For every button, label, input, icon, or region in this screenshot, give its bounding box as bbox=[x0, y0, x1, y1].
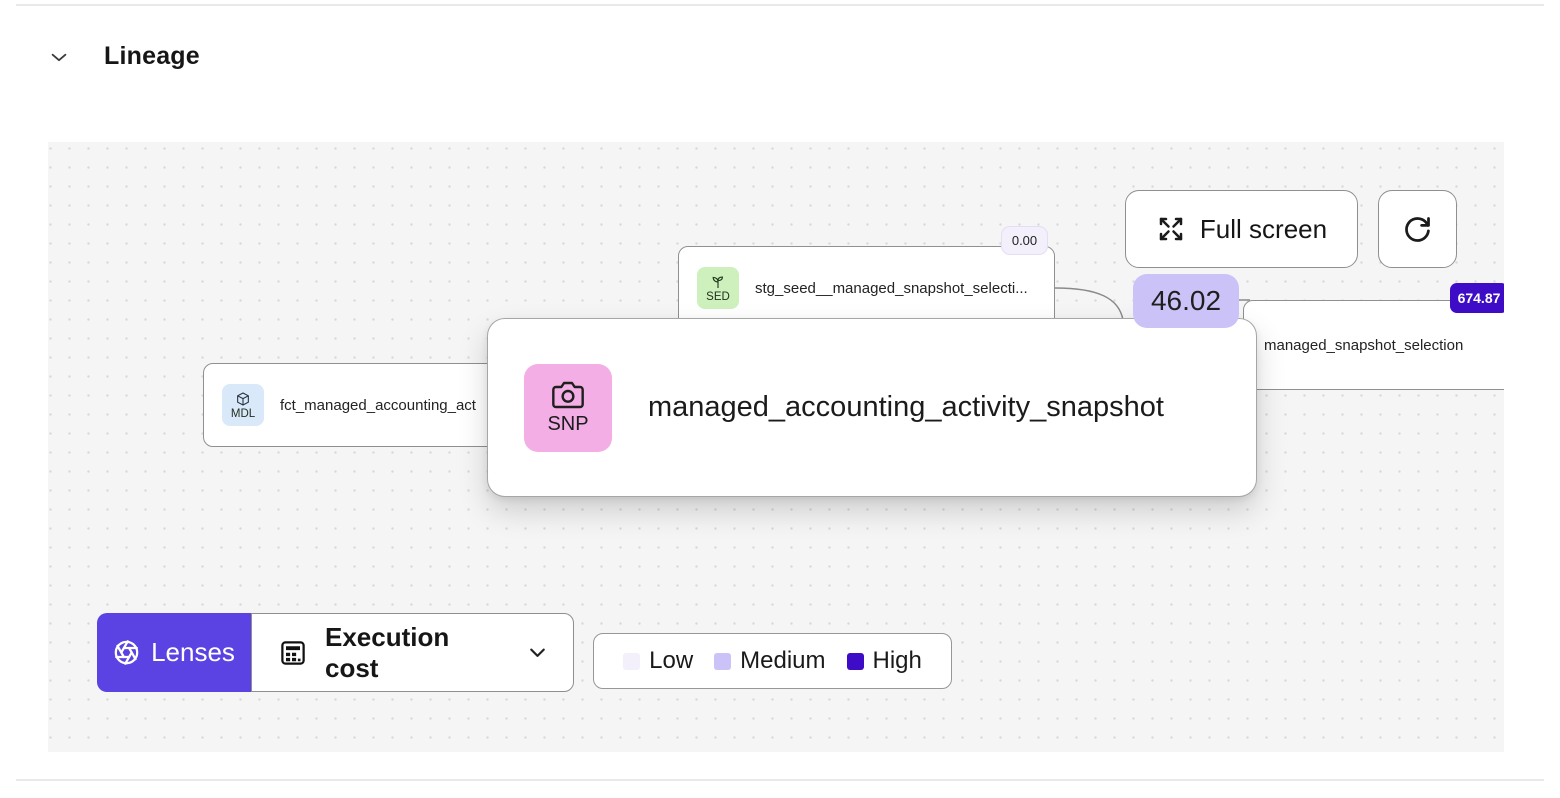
cube-icon bbox=[237, 391, 249, 406]
node-managed-snapshot-selection[interactable]: managed_snapshot_selection bbox=[1243, 300, 1504, 390]
legend-swatch-high bbox=[846, 652, 864, 670]
type-badge-label: MDL bbox=[230, 407, 256, 420]
collapse-chevron-icon[interactable] bbox=[46, 44, 72, 70]
cost-legend: Low Medium High bbox=[593, 633, 952, 689]
top-divider bbox=[16, 4, 1544, 6]
legend-label: High bbox=[872, 647, 922, 674]
model-type-badge: MDL bbox=[222, 384, 264, 426]
type-badge-label: SNP bbox=[547, 413, 589, 435]
lens-select-dropdown[interactable]: Execution cost bbox=[251, 613, 574, 692]
legend-label: Low bbox=[649, 647, 694, 674]
legend-item-high: High bbox=[846, 647, 922, 675]
refresh-button[interactable] bbox=[1378, 190, 1457, 268]
seed-type-badge: SED bbox=[697, 267, 739, 309]
cost-badge-medium: 46.02 bbox=[1133, 274, 1239, 328]
cost-badge-high: 674.87 bbox=[1450, 283, 1504, 313]
legend-item-medium: Medium bbox=[714, 647, 826, 675]
node-label: fct_managed_accounting_act bbox=[280, 396, 476, 414]
type-badge-label: SED bbox=[706, 290, 730, 303]
full-screen-label: Full screen bbox=[1199, 213, 1328, 244]
selected-lens-label: Execution cost bbox=[325, 621, 450, 683]
lenses-label: Lenses bbox=[151, 637, 235, 667]
node-label: managed_snapshot_selection bbox=[1264, 336, 1464, 354]
aperture-icon bbox=[114, 640, 139, 665]
cost-grid-icon bbox=[281, 640, 305, 665]
node-hover-card-snapshot[interactable]: SNP managed_accounting_activity_snapshot bbox=[487, 318, 1257, 497]
legend-item-low: Low bbox=[623, 647, 693, 675]
full-screen-button[interactable]: Full screen bbox=[1125, 190, 1358, 268]
camera-icon bbox=[552, 381, 584, 409]
seedling-icon bbox=[712, 275, 723, 288]
legend-swatch-low bbox=[623, 652, 641, 670]
bottom-divider bbox=[16, 779, 1544, 781]
lens-bar: Lenses Execution cost bbox=[97, 613, 574, 692]
chevron-down-icon bbox=[530, 648, 545, 657]
page-title: Lineage bbox=[104, 42, 200, 70]
lineage-canvas[interactable]: MDL fct_managed_accounting_act SED stg_s… bbox=[48, 142, 1504, 752]
maximize-icon bbox=[1159, 217, 1183, 241]
snapshot-type-badge: SNP bbox=[524, 363, 612, 452]
node-label: stg_seed__managed_snapshot_selecti... bbox=[755, 279, 1028, 297]
legend-label: Medium bbox=[740, 647, 826, 674]
cost-badge-low: 0.00 bbox=[1001, 226, 1048, 255]
refresh-icon bbox=[1405, 216, 1430, 242]
hover-card-title: managed_accounting_activity_snapshot bbox=[648, 391, 1164, 423]
lenses-button[interactable]: Lenses bbox=[97, 613, 251, 692]
legend-swatch-medium bbox=[714, 652, 732, 670]
lineage-section-header: Lineage bbox=[46, 42, 200, 71]
